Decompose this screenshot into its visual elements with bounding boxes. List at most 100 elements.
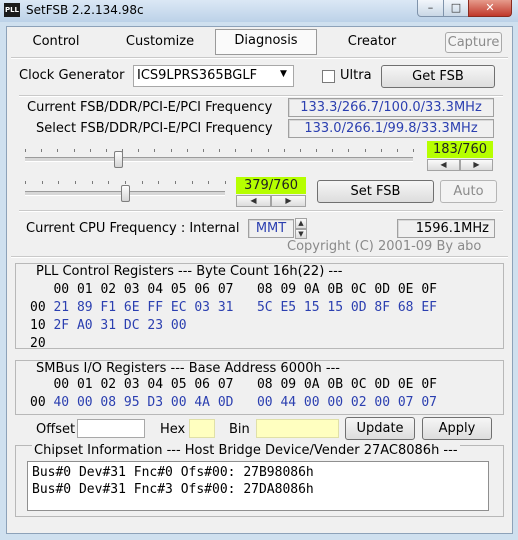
separator <box>19 95 503 97</box>
offset-label: Offset <box>36 422 76 437</box>
slider-tick <box>235 149 236 152</box>
register-values-low[interactable]: 40 00 08 95 D3 00 4A 0D <box>53 395 233 410</box>
slider-tick <box>332 149 333 152</box>
arrow-left-icon: ◀ <box>250 196 257 205</box>
slider-tick <box>171 149 172 152</box>
slider-tick <box>42 181 43 184</box>
clock-generator-select[interactable]: ICS9LPRS365BGLF ▼ <box>133 65 294 87</box>
slider-tick <box>106 149 107 152</box>
slider-tick <box>175 181 176 184</box>
tab-divider <box>11 57 508 59</box>
chipset-info-list[interactable]: Bus#0 Dev#31 Fnc#0 Ofs#00: 27B98086h Bus… <box>27 461 489 511</box>
pcie-slider-thumb[interactable] <box>120 185 130 202</box>
pll-table: 00 21 89 F1 6E FF EC 03 31 5C E5 15 15 0D… <box>30 299 500 353</box>
minimize-button[interactable]: – <box>417 0 444 17</box>
slider-tick <box>203 149 204 152</box>
slider-tick <box>75 181 76 184</box>
hex-label: Hex <box>160 422 186 437</box>
close-button[interactable]: ✕ <box>468 0 512 17</box>
cpu-source-down[interactable]: ▼ <box>295 229 307 239</box>
cpu-source-up[interactable]: ▲ <box>295 218 307 229</box>
copyright-text: Copyright (C) 2001-09 By abo <box>287 239 482 254</box>
cpu-frequency-label: Current CPU Frequency : Internal <box>26 221 240 236</box>
chevron-down-icon: ▼ <box>280 69 287 79</box>
separator <box>11 256 508 258</box>
slider-tick <box>138 149 139 152</box>
capture-button[interactable]: Capture <box>445 32 502 53</box>
arrow-down-icon: ▼ <box>298 230 304 238</box>
slider-tick <box>268 149 269 152</box>
slider-tick <box>219 149 220 152</box>
slider-tick <box>90 149 91 152</box>
smbus-header: 00 01 02 03 04 05 06 07 08 09 0A 0B 0C 0… <box>30 377 437 392</box>
hex-input[interactable] <box>189 419 215 438</box>
chipset-line: Bus#0 Dev#31 Fnc#0 Ofs#00: 27B98086h <box>32 465 314 480</box>
tab-customize[interactable]: Customize <box>115 31 205 55</box>
slider-tick <box>74 149 75 152</box>
fsb-slider-display: 183/760 <box>427 141 493 158</box>
slider-tick <box>284 149 285 152</box>
fsb-spin-right[interactable]: ▶ <box>460 159 493 171</box>
slider-tick <box>251 149 252 152</box>
select-frequency-label: Select FSB/DDR/PCI-E/PCI Frequency <box>36 121 273 136</box>
slider-tick <box>397 149 398 152</box>
bin-input[interactable] <box>256 419 339 438</box>
slider-tick <box>25 149 26 152</box>
register-row: 10 2F A0 31 DC 23 00 <box>30 317 500 335</box>
register-row: 20 <box>30 335 500 353</box>
client-area: Control Customize Diagnosis Creator Capt… <box>6 26 513 534</box>
slider-tick <box>58 181 59 184</box>
chipset-line: Bus#0 Dev#31 Fnc#3 Ofs#00: 27DA8086h <box>32 482 314 497</box>
pcie-slider-display: 379/760 <box>236 177 306 194</box>
register-values-high[interactable]: 5C E5 15 15 0D 8F 68 EF <box>257 300 437 315</box>
register-values-high[interactable]: 00 44 00 00 02 00 07 07 <box>257 395 437 410</box>
update-button[interactable]: Update <box>345 417 415 440</box>
select-frequency-value: 133.0/266.1/99.8/33.3MHz <box>288 119 494 138</box>
arrow-up-icon: ▲ <box>298 219 304 227</box>
pcie-spin-right[interactable]: ▶ <box>271 195 306 207</box>
cpu-frequency-value: 1596.1MHz <box>397 219 495 238</box>
slider-tick <box>192 181 193 184</box>
slider-tick <box>142 181 143 184</box>
minimize-icon: – <box>427 1 434 14</box>
ultra-checkbox[interactable] <box>322 70 335 83</box>
slider-tick <box>348 149 349 152</box>
clock-generator-value: ICS9LPRS365BGLF <box>137 68 258 83</box>
maximize-button[interactable]: □ <box>443 0 469 17</box>
auto-button[interactable]: Auto <box>440 180 497 203</box>
slider-tick <box>300 149 301 152</box>
slider-tick <box>365 149 366 152</box>
slider-tick <box>125 181 126 184</box>
pll-header: 00 01 02 03 04 05 06 07 08 09 0A 0B 0C 0… <box>30 282 437 297</box>
tab-creator[interactable]: Creator <box>337 31 407 55</box>
tab-diagnosis[interactable]: Diagnosis <box>215 29 317 55</box>
cpu-source-value: MMT <box>248 219 294 238</box>
fsb-slider[interactable] <box>25 157 413 163</box>
register-address: 20 <box>30 336 46 351</box>
fsb-spin-left[interactable]: ◀ <box>427 159 460 171</box>
smbus-table: 00 40 00 08 95 D3 00 4A 0D 00 44 00 00 02… <box>30 394 500 412</box>
current-frequency-value: 133.3/266.7/100.0/33.3MHz <box>288 98 494 117</box>
register-values-low[interactable]: 2F A0 31 DC 23 00 <box>53 318 186 333</box>
pcie-spin-left[interactable]: ◀ <box>236 195 271 207</box>
chipset-info-title: Chipset Information --- Host Bridge Devi… <box>32 443 460 458</box>
separator <box>19 210 503 212</box>
register-row: 00 21 89 F1 6E FF EC 03 31 5C E5 15 15 0D… <box>30 299 500 317</box>
apply-button[interactable]: Apply <box>422 417 492 440</box>
set-fsb-button[interactable]: Set FSB <box>317 180 434 203</box>
slider-tick <box>25 181 26 184</box>
fsb-slider-thumb[interactable] <box>114 151 124 168</box>
smbus-registers-title: SMBus I/O Registers --- Base Address 600… <box>34 361 342 376</box>
fsb-slider-ticks <box>25 149 414 153</box>
offset-input[interactable] <box>77 419 145 438</box>
arrow-right-icon: ▶ <box>285 196 292 205</box>
register-address: 00 <box>30 395 46 410</box>
get-fsb-button[interactable]: Get FSB <box>381 65 495 88</box>
close-icon: ✕ <box>485 1 495 14</box>
register-address: 00 <box>30 300 46 315</box>
pll-registers-title: PLL Control Registers --- Byte Count 16h… <box>34 264 345 279</box>
tab-control[interactable]: Control <box>21 31 91 55</box>
register-values-low[interactable]: 21 89 F1 6E FF EC 03 31 <box>53 300 233 315</box>
ultra-label: Ultra <box>340 68 372 83</box>
slider-tick <box>154 149 155 152</box>
